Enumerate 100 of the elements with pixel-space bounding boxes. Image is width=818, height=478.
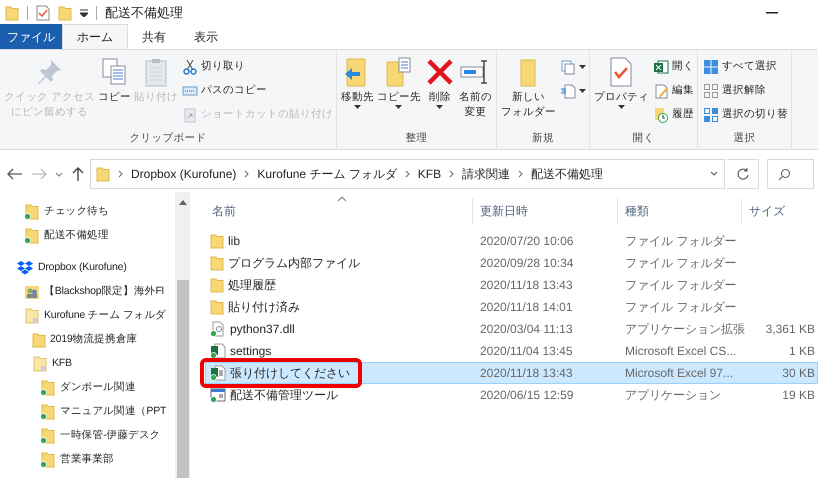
ribbon-button[interactable]: プロパティ — [592, 56, 650, 109]
tree-item[interactable]: チェック待ち — [0, 200, 175, 224]
breadcrumb[interactable]: 配送不備処理 — [531, 165, 604, 183]
button-label: 貼り付け — [134, 90, 178, 105]
tree-item[interactable]: Dropbox (Kurofune) — [0, 256, 175, 280]
button-label: にピン留めする — [10, 105, 88, 120]
empty-grid-icon — [702, 83, 719, 99]
folder-icon — [210, 255, 224, 271]
refresh-button[interactable] — [727, 159, 759, 189]
folder-icon — [32, 332, 46, 348]
tree-item[interactable]: マニュアル関連（PPT — [0, 400, 175, 424]
ribbon-small-button[interactable]: 選択の切り替 — [702, 104, 788, 126]
modified-date: 2020/03/04 11:13 — [479, 321, 574, 338]
file-name: python37.dll — [230, 321, 295, 338]
ribbon-button[interactable]: 削除 — [422, 56, 457, 109]
file-size: 3,361 KB — [764, 321, 816, 338]
button-label: 新しい — [512, 90, 545, 105]
search-field[interactable] — [767, 159, 814, 189]
grid-icon — [702, 59, 719, 75]
scissors-icon — [182, 59, 198, 75]
scroll-up-icon[interactable] — [178, 200, 186, 205]
ribbon-button[interactable]: 名前の 変更 — [458, 56, 493, 120]
file-name: 貼り付け済み — [228, 299, 300, 316]
file-type: ファイル フォルダー — [624, 299, 738, 316]
file-name: 処理履歴 — [228, 277, 276, 294]
file-type: アプリケーション — [624, 387, 722, 404]
button-label: プロパティ — [594, 90, 649, 105]
folder-icon — [210, 299, 224, 315]
button-label: 変更 — [464, 105, 486, 120]
scrollbar[interactable] — [175, 192, 190, 478]
dropdown-icon[interactable] — [80, 8, 88, 16]
modified-date: 2020/06/15 12:59 — [479, 387, 574, 404]
chevron-down-icon[interactable] — [709, 170, 719, 178]
tree-item[interactable]: 配送不備処理 — [0, 224, 175, 248]
button-label: コピー — [98, 90, 131, 105]
dll-file-icon — [210, 321, 226, 337]
ribbon-tab[interactable]: 共有 — [128, 24, 180, 49]
synced-folder-icon — [24, 204, 40, 220]
file-tab[interactable]: ファイル — [0, 24, 62, 49]
file-row[interactable]: 処理履歴 2020/11/18 13:43 ファイル フォルダー — [205, 274, 818, 296]
ribbon-small-button[interactable]: すべて選択 — [702, 56, 788, 78]
folder-icon — [5, 4, 19, 20]
button-label: 削除 — [428, 90, 451, 105]
tree-item[interactable]: KFB — [0, 352, 175, 376]
modified-date: 2020/11/04 13:45 — [479, 343, 574, 360]
excel-icon — [652, 59, 669, 75]
tree-item[interactable]: ダンボール関連 — [0, 376, 175, 400]
ribbon-tab[interactable]: 表示 — [180, 24, 232, 49]
ribbon-small-button[interactable]: 開く — [652, 56, 694, 78]
column-header[interactable]: 名前 — [205, 198, 472, 224]
tree-item[interactable]: 一時保管-伊藤デスク — [0, 424, 175, 448]
breadcrumb[interactable]: Dropbox (Kurofune) — [131, 165, 236, 183]
ribbon-button[interactable]: 新しい フォルダー — [500, 56, 557, 120]
chevron-right-icon — [404, 170, 410, 178]
file-row[interactable]: 貼り付け済み 2020/11/18 14:01 ファイル フォルダー — [205, 296, 818, 318]
file-name: 張り付けしてください — [230, 365, 350, 382]
ribbon-small-button[interactable]: 選択解除 — [702, 80, 788, 102]
ribbon-small-button[interactable]: 切り取り — [182, 56, 333, 78]
file-row[interactable]: lib 2020/07/20 10:06 ファイル フォルダー — [205, 230, 818, 252]
ribbon-small-button[interactable]: 履歴 — [652, 104, 694, 126]
shared-folder-icon — [24, 308, 40, 324]
column-header[interactable]: サイズ — [741, 198, 818, 224]
scrollbar-thumb[interactable] — [176, 280, 188, 478]
file-row[interactable]: プログラム内部ファイル 2020/09/28 10:34 ファイル フォルダー — [205, 252, 818, 274]
ribbon-button[interactable]: コピー先 — [376, 56, 422, 109]
ribbon-tab[interactable]: ホーム — [62, 24, 128, 49]
caret-icon — [436, 105, 444, 109]
dropbox-icon — [16, 260, 34, 276]
button-label: フォルダー — [500, 105, 556, 120]
tree-item[interactable]: 【Blackshop限定】海外Fl — [0, 280, 175, 304]
checklist-icon[interactable] — [36, 4, 50, 20]
group-label: 整理 — [405, 131, 428, 146]
caret-icon — [618, 105, 625, 109]
caret-icon — [578, 65, 586, 69]
tree-item[interactable]: 2019物流提携倉庫 — [0, 328, 175, 352]
ribbon-button[interactable]: 移動先 — [340, 56, 375, 109]
tree-item[interactable]: 営業事業部 — [0, 448, 175, 472]
breadcrumb[interactable]: Kurofune チーム フォルダ — [257, 165, 397, 183]
file-row[interactable]: python37.dll 2020/03/04 11:13 アプリケーション拡張 3,361 KB — [205, 318, 818, 340]
partial-grid-icon — [702, 107, 719, 123]
file-row[interactable]: 配送不備管理ツール 2020/06/15 12:59 アプリケーション 19 KB — [205, 384, 818, 406]
tree-item[interactable]: Kurofune チーム フォルダ — [0, 304, 175, 328]
column-header[interactable]: 更新日時 — [472, 198, 617, 224]
chevron-right-icon — [449, 170, 454, 178]
shortcut-icon — [182, 107, 198, 123]
file-row[interactable]: settings 2020/11/04 13:45 Microsoft Excel CS... 1 KB — [205, 340, 818, 362]
ribbon-small-button[interactable]: パスのコピー — [182, 80, 333, 102]
minimize-icon[interactable] — [766, 12, 778, 14]
modified-date: 2020/09/28 10:34 — [479, 255, 574, 272]
folder-icon — [210, 233, 224, 249]
group-label: 新規 — [532, 131, 554, 146]
breadcrumb[interactable]: KFB — [418, 165, 442, 183]
column-header[interactable]: 種類 — [617, 198, 741, 224]
refresh-icon — [736, 167, 750, 181]
breadcrumb[interactable]: 請求関連 — [462, 165, 510, 183]
button-label: クイック アクセス — [4, 90, 95, 105]
address-bar[interactable]: Dropbox (Kurofune) Kurofune チーム フォルダ KFB 請求関連 配送不備処理 — [90, 159, 725, 189]
ribbon-button[interactable]: コピー — [96, 56, 132, 105]
folder-icon — [96, 166, 110, 182]
ribbon-small-button[interactable]: 編集 — [652, 80, 694, 102]
